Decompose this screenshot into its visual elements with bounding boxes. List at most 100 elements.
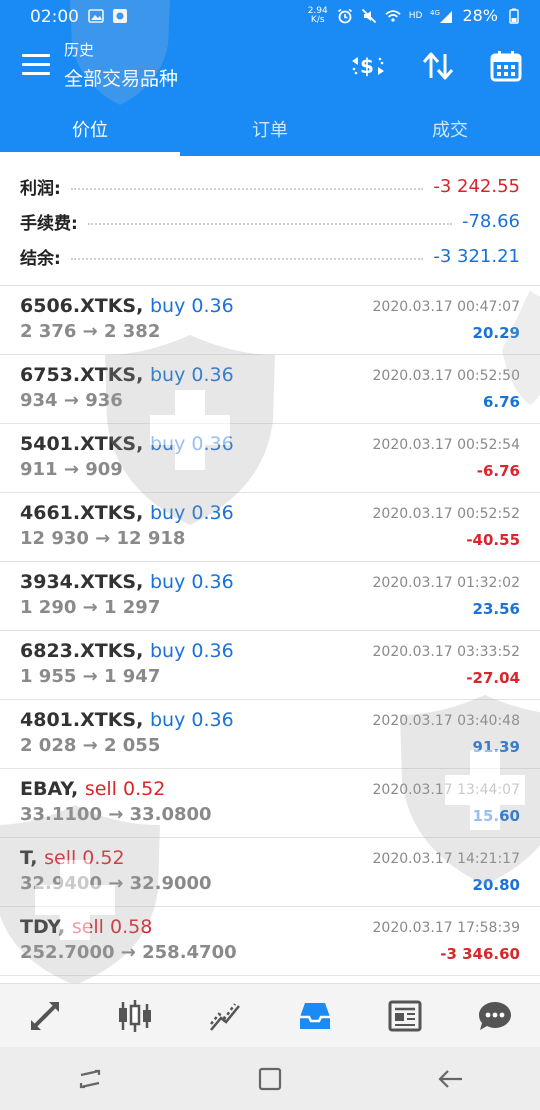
svg-text:4G: 4G: [430, 9, 440, 17]
calendar-button[interactable]: [486, 46, 526, 86]
dotted-leader: [87, 223, 452, 225]
deal-symbol: 6506.XTKS,: [20, 295, 144, 317]
trade-trend-icon: [210, 1002, 240, 1031]
deal-time: 2020.03.17 00:52:54: [372, 437, 521, 453]
deal-prices: 934 → 936: [20, 390, 123, 411]
deal-symbol: TDY,: [20, 916, 66, 938]
deals-list: 6506.XTKS, buy 0.36 2 376 → 2 382 2020.0…: [0, 286, 540, 976]
deal-time: 2020.03.17 03:40:48: [372, 713, 521, 729]
deal-prices: 911 → 909: [20, 459, 123, 480]
deal-symbol: EBAY,: [20, 778, 79, 800]
svg-text:$: $: [360, 54, 374, 78]
sort-button[interactable]: [418, 46, 458, 86]
alarm-icon: [337, 8, 353, 24]
currency-exchange-button[interactable]: $: [348, 46, 388, 86]
profit-value: -3 242.55: [433, 175, 520, 197]
list-item[interactable]: 3934.XTKS, buy 0.36 1 290 → 1 297 2020.0…: [0, 562, 540, 631]
back-button[interactable]: [360, 1047, 540, 1110]
deal-prices: 2 376 → 2 382: [20, 321, 161, 342]
deal-prices: 32.9400 → 32.9000: [20, 873, 212, 894]
wifi-icon: [385, 8, 401, 24]
recent-apps-icon: [79, 1069, 101, 1088]
deal-type: buy 0.36: [149, 640, 234, 662]
deal-profit: 23.56: [472, 600, 520, 618]
nav-news[interactable]: [360, 984, 450, 1047]
list-item[interactable]: EBAY, sell 0.52 33.1100 → 33.0800 2020.0…: [0, 769, 540, 838]
deal-profit: 15.60: [472, 807, 520, 825]
deal-symbol: T,: [20, 847, 38, 869]
history-inbox-icon: [300, 1002, 330, 1029]
chat-bubble-icon: [479, 1001, 511, 1030]
news-icon: [388, 1000, 422, 1031]
nav-chart[interactable]: [90, 984, 180, 1047]
deal-profit: -3 346.60: [440, 945, 520, 963]
nav-chat[interactable]: [450, 984, 540, 1047]
deal-prices: 252.7000 → 258.4700: [20, 942, 237, 963]
home-button[interactable]: [180, 1047, 360, 1110]
page-title: 历史: [64, 41, 95, 59]
list-item[interactable]: 6753.XTKS, buy 0.36 934 → 936 2020.03.17…: [0, 355, 540, 424]
signal-icon: 4G: [430, 8, 454, 24]
deal-type: sell 0.52: [84, 778, 166, 800]
deal-prices: 2 028 → 2 055: [20, 735, 161, 756]
deal-profit: 20.80: [472, 876, 520, 894]
deal-profit: 6.76: [482, 393, 520, 411]
list-item[interactable]: T, sell 0.52 32.9400 → 32.9000 2020.03.1…: [0, 838, 540, 907]
list-item[interactable]: 6506.XTKS, buy 0.36 2 376 → 2 382 2020.0…: [0, 286, 540, 355]
mute-icon: [361, 8, 377, 24]
tab-positions[interactable]: 价位: [0, 102, 180, 156]
deal-profit: -27.04: [466, 669, 520, 687]
battery-icon: [506, 8, 522, 24]
dotted-leader: [70, 188, 424, 190]
deal-type: buy 0.36: [149, 502, 234, 524]
deal-symbol: 4801.XTKS,: [20, 709, 144, 731]
list-item[interactable]: TDY, sell 0.58 252.7000 → 258.4700 2020.…: [0, 907, 540, 976]
deal-prices: 12 930 → 12 918: [20, 528, 186, 549]
commission-value: -78.66: [461, 210, 520, 232]
deal-prices: 1 290 → 1 297: [20, 597, 161, 618]
app-notification-icon: [112, 8, 128, 24]
list-item[interactable]: 6823.XTKS, buy 0.36 1 955 → 1 947 2020.0…: [0, 631, 540, 700]
deal-time: 2020.03.17 13:44:07: [372, 782, 521, 798]
dotted-leader: [70, 258, 424, 260]
deal-time: 2020.03.17 17:58:39: [372, 920, 521, 936]
gallery-notification-icon: [88, 8, 104, 24]
deal-prices: 1 955 → 1 947: [20, 666, 161, 687]
nav-quotes[interactable]: [0, 984, 90, 1047]
deal-symbol: 5401.XTKS,: [20, 433, 144, 455]
balance-label: 结余:: [20, 248, 61, 269]
deal-type: buy 0.36: [149, 295, 234, 317]
profit-label: 利润:: [20, 178, 61, 199]
deal-time: 2020.03.17 14:21:17: [372, 851, 521, 867]
commission-label: 手续费:: [20, 213, 78, 234]
deal-symbol: 3934.XTKS,: [20, 571, 144, 593]
deal-type: buy 0.36: [149, 433, 234, 455]
recent-apps-button[interactable]: [0, 1047, 180, 1110]
deal-profit: -6.76: [476, 462, 520, 480]
balance-value: -3 321.21: [433, 245, 520, 267]
currency-exchange-icon: $: [352, 54, 384, 78]
nav-history[interactable]: [270, 984, 360, 1047]
nav-trade[interactable]: [180, 984, 270, 1047]
symbol-filter-title[interactable]: 全部交易品种: [64, 64, 178, 91]
deal-prices: 33.1100 → 33.0800: [20, 804, 212, 825]
deal-time: 2020.03.17 00:47:07: [372, 299, 521, 315]
tab-bar: 价位 订单 成交: [0, 102, 540, 156]
status-time: 02:00: [30, 7, 79, 27]
list-item[interactable]: 4661.XTKS, buy 0.36 12 930 → 12 918 2020…: [0, 493, 540, 562]
network-type: HD: [408, 10, 423, 21]
quotes-arrows-icon: [31, 1001, 59, 1030]
candlestick-chart-icon: [119, 999, 151, 1032]
deal-time: 2020.03.17 00:52:52: [372, 506, 521, 522]
system-nav-bar: [0, 1047, 540, 1110]
list-item[interactable]: 4801.XTKS, buy 0.36 2 028 → 2 055 2020.0…: [0, 700, 540, 769]
menu-button[interactable]: [22, 54, 50, 80]
list-item[interactable]: 5401.XTKS, buy 0.36 911 → 909 2020.03.17…: [0, 424, 540, 493]
tab-deals[interactable]: 成交: [360, 102, 540, 156]
deal-symbol: 6753.XTKS,: [20, 364, 144, 386]
deal-type: buy 0.36: [149, 364, 234, 386]
tab-orders[interactable]: 订单: [180, 102, 360, 156]
deal-type: buy 0.36: [149, 709, 234, 731]
bottom-nav: [0, 983, 540, 1047]
deal-profit: 91.39: [472, 738, 520, 756]
